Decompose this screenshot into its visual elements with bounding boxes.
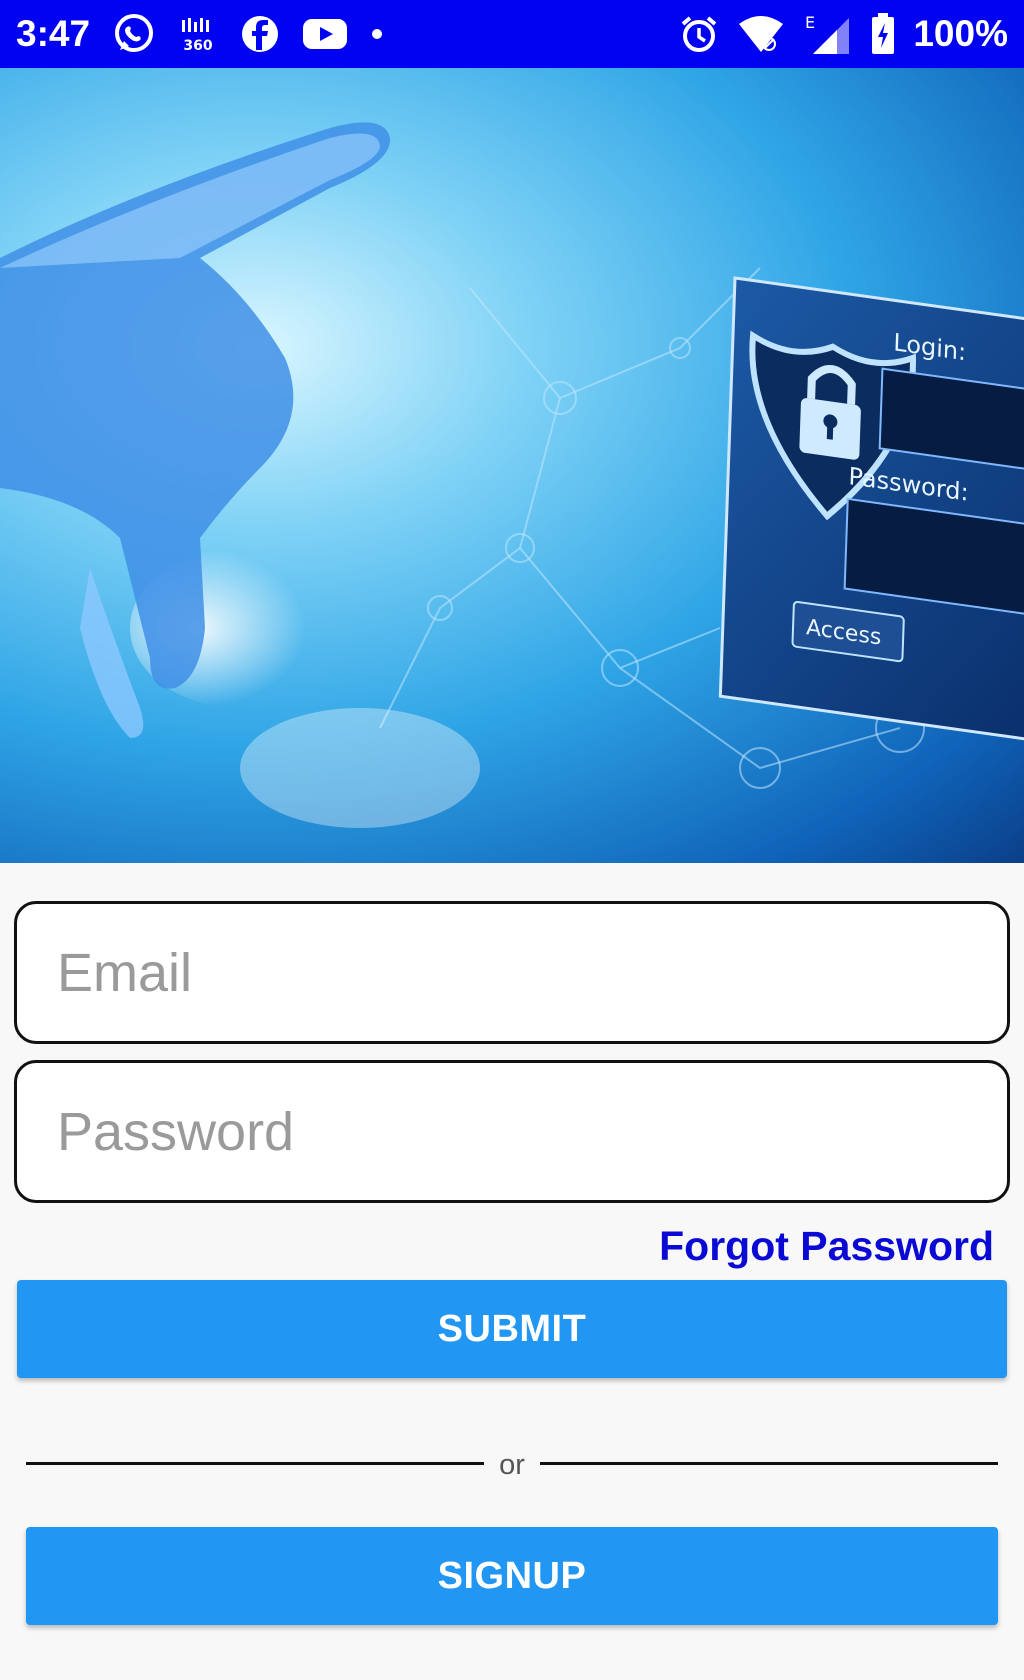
dot-icon [370,27,384,41]
whatsapp-icon [112,12,156,56]
battery-percentage: 100% [913,13,1008,54]
status-time: 3:47 [16,13,91,54]
svg-text:360: 360 [183,38,212,54]
alarm-icon [679,14,719,54]
hero-image: Login: Password: Access [0,68,1024,863]
divider-line-left [26,1462,484,1465]
divider-or-text: or [499,1449,525,1481]
youtube-icon [302,17,348,51]
status-bar: 3:47 360 E 100% [0,0,1024,68]
email-input[interactable] [17,904,1007,1041]
hero-illustration: Login: Password: Access [0,122,1024,828]
signup-button[interactable]: SIGNUP [26,1527,998,1625]
facebook-icon [240,14,280,54]
status-right: E 100% [679,12,1008,56]
password-field[interactable] [14,1060,1010,1203]
signal-icon: E [803,12,853,56]
battery-charging-icon [871,13,895,55]
app-360-icon: 360 [178,14,218,54]
password-input[interactable] [17,1063,1007,1200]
divider-line-right [540,1462,998,1465]
forgot-password-link[interactable]: Forgot Password [659,1223,994,1270]
submit-button[interactable]: SUBMIT [17,1280,1007,1378]
svg-text:E: E [805,13,815,32]
wifi-icon [737,14,785,54]
email-field[interactable] [14,901,1010,1044]
